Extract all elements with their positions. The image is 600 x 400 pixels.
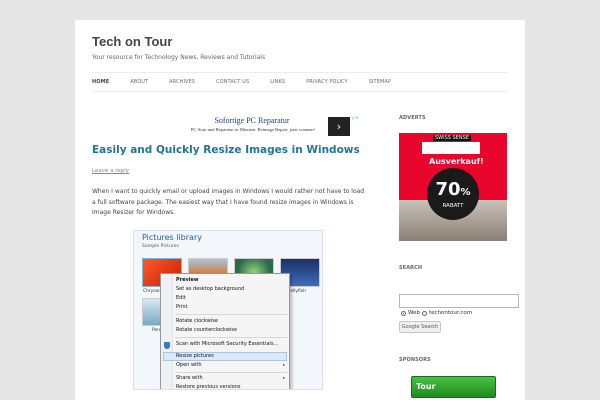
menu-item-share-with[interactable]: Share with — [176, 375, 203, 381]
shield-icon — [164, 342, 170, 349]
sponsor-label: Tour — [416, 382, 436, 391]
menu-item-edit[interactable]: Edit — [176, 295, 186, 301]
sidebar-advert[interactable]: SWISS SENSE Ausverkauf! 70% RABATT — [399, 133, 507, 241]
sponsors-heading: SPONSORS — [399, 357, 431, 363]
main-nav: HOME ABOUT ARCHIVES CONTACT US LINKS PRI… — [92, 72, 508, 92]
nav-item-contact-us[interactable]: CONTACT US — [216, 79, 249, 85]
nav-item-about[interactable]: ABOUT — [130, 79, 148, 85]
site-tagline: Your resource for Technology News, Revie… — [92, 54, 266, 61]
menu-separator — [175, 314, 287, 315]
discount-label: RABATT — [442, 203, 464, 209]
menu-item-resize-pictures[interactable]: Resize pictures — [176, 353, 214, 359]
menu-item-rotate-counterclockwise[interactable]: Rotate counterclockwise — [176, 327, 237, 333]
search-input[interactable] — [399, 294, 519, 308]
sponsor-banner[interactable]: Tour — [411, 376, 496, 398]
radio-web[interactable] — [401, 311, 406, 316]
post-screenshot: Pictures library Sample Pictures Chrysan… — [133, 230, 323, 390]
nav-item-home[interactable]: HOME — [92, 79, 109, 85]
adverts-heading: ADVERTS — [399, 115, 426, 121]
ad-banner[interactable]: Sofortige PC Reparatur PC Scan und Repar… — [163, 115, 363, 138]
library-title: Pictures library — [142, 233, 202, 242]
google-search-button[interactable]: Google Search — [399, 321, 441, 333]
menu-item-scan-security-essentials[interactable]: Scan with Microsoft Security Essentials.… — [176, 341, 278, 347]
advert-title: Ausverkauf! — [429, 157, 484, 166]
menu-gutter — [161, 274, 173, 389]
search-heading: SEARCH — [399, 265, 423, 271]
post-body: When I want to quickly email or upload i… — [92, 188, 365, 216]
ad-title[interactable]: Sofortige PC Reparatur — [183, 116, 321, 125]
discount-percent: 70% — [435, 179, 471, 200]
menu-item-restore-previous-versions[interactable]: Restore previous versions — [176, 384, 240, 389]
context-menu: Preview Set as desktop background Edit P… — [160, 273, 290, 389]
menu-item-preview[interactable]: Preview — [176, 277, 199, 283]
menu-item-rotate-clockwise[interactable]: Rotate clockwise — [176, 318, 218, 324]
nav-item-links[interactable]: LINKS — [270, 79, 285, 85]
leave-reply-link[interactable]: Leave a reply — [92, 168, 129, 174]
radio-web-label: Web — [408, 310, 420, 316]
discount-badge: 70% RABATT — [427, 168, 479, 220]
nav-item-sitemap[interactable]: SITEMAP — [369, 79, 391, 85]
nav-item-archives[interactable]: ARCHIVES — [169, 79, 195, 85]
thumbnail-label: Pen — [152, 328, 160, 333]
advert-brand: SWISS SENSE — [433, 135, 471, 141]
site-title[interactable]: Tech on Tour — [92, 34, 172, 49]
library-subtitle: Sample Pictures — [142, 244, 179, 249]
menu-separator — [175, 372, 287, 373]
menu-separator — [175, 337, 287, 338]
radio-site[interactable] — [422, 311, 427, 316]
nav-item-privacy-policy[interactable]: PRIVACY POLICY — [306, 79, 348, 85]
ad-choices-icon[interactable]: ▷✕ — [352, 115, 358, 120]
post-title[interactable]: Easily and Quickly Resize Images in Wind… — [92, 144, 360, 156]
thumbnail-label: Jellyfish — [289, 289, 306, 294]
radio-site-label: techontour.com — [429, 310, 473, 316]
advert-header-image — [422, 142, 480, 154]
menu-item-print[interactable]: Print — [176, 304, 188, 310]
menu-item-set-desktop-background[interactable]: Set as desktop background — [176, 286, 244, 292]
ad-arrow-icon[interactable]: › — [328, 117, 350, 136]
chevron-right-icon: ▸ — [283, 375, 286, 380]
page-container: Tech on Tour Your resource for Technolog… — [75, 20, 525, 400]
thumbnail-label: Chrysan — [143, 289, 162, 294]
ad-subtitle: PC Scan und Reparatur in Minuten. Reimag… — [190, 127, 316, 132]
chevron-right-icon: ▸ — [283, 362, 286, 367]
menu-item-open-with[interactable]: Open with — [176, 362, 202, 368]
